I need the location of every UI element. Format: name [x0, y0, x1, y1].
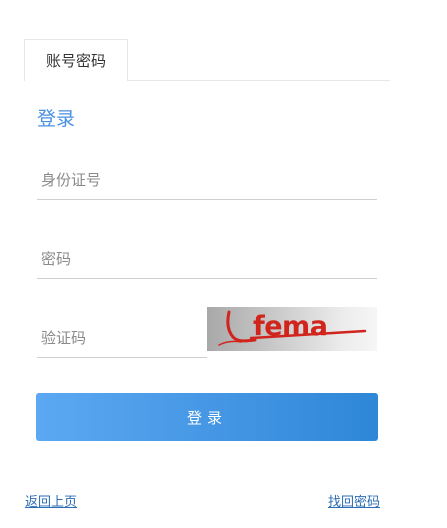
- captcha-noise-lines: [218, 310, 367, 346]
- login-button[interactable]: 登录: [36, 393, 378, 441]
- captcha-image[interactable]: fema: [207, 307, 377, 351]
- login-page: 账号密码 登录 fema 登录 返回上页 找回密码: [0, 0, 447, 528]
- captcha-field: [37, 318, 207, 358]
- captcha-input[interactable]: [37, 318, 207, 357]
- password-input[interactable]: [37, 239, 377, 278]
- id-number-field: [37, 160, 377, 200]
- back-link[interactable]: 返回上页: [25, 491, 77, 510]
- login-title: 登录: [37, 108, 76, 130]
- id-number-input[interactable]: [37, 160, 377, 199]
- find-password-link[interactable]: 找回密码: [328, 491, 380, 510]
- tab-bar: 账号密码: [24, 39, 390, 81]
- tab-account-password[interactable]: 账号密码: [24, 39, 128, 81]
- password-field: [37, 239, 377, 279]
